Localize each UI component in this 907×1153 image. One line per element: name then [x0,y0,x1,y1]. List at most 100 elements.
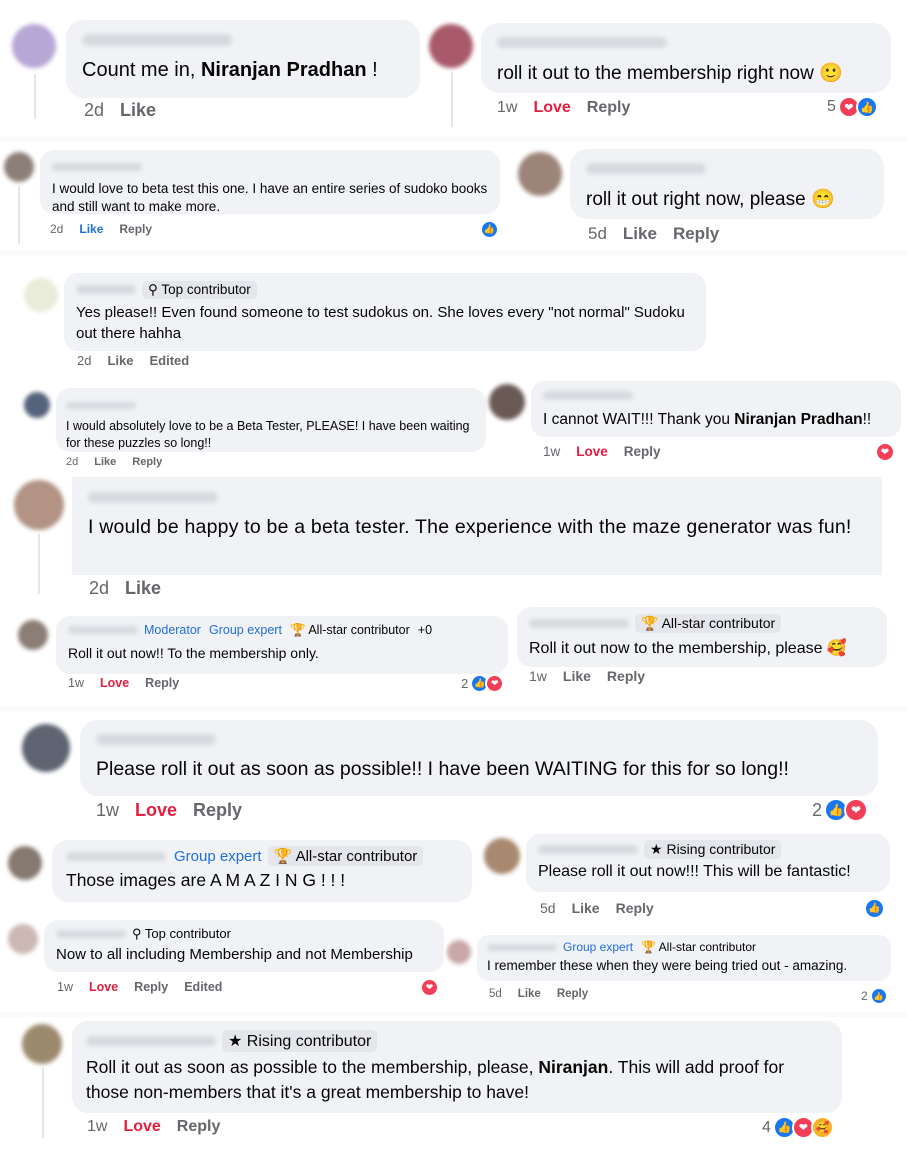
avatar[interactable] [489,384,525,420]
more-badges[interactable]: +0 [416,622,434,638]
all-star-badge[interactable]: 🏆 All-star contributor [635,614,782,633]
mention-link[interactable]: Niranjan Pradhan [734,411,862,428]
timestamp[interactable]: 1w [57,980,73,994]
love-button[interactable]: Love [123,1118,160,1135]
avatar[interactable] [22,1024,62,1064]
like-button[interactable]: Like [79,222,103,236]
commenter-name[interactable] [529,619,629,628]
like-button[interactable]: Like [94,456,116,468]
commenter-name[interactable] [497,37,667,48]
reaction-summary[interactable]: 👍 [864,898,885,919]
mention-link[interactable]: Niranjan Pradhan [201,59,367,81]
reaction-summary[interactable]: ❤ [420,978,439,997]
all-star-badge[interactable]: 🏆 All-star contributor [639,939,758,955]
reply-button[interactable]: Reply [616,900,654,916]
timestamp[interactable]: 5d [540,900,556,916]
commenter-name[interactable] [487,944,557,951]
timestamp[interactable]: 2d [89,578,109,598]
moderator-badge[interactable]: Moderator [142,622,203,638]
reply-button[interactable]: Reply [673,224,719,243]
commenter-name[interactable] [586,163,706,174]
timestamp[interactable]: 1w [497,99,517,116]
like-button[interactable]: Like [572,900,600,916]
reaction-summary[interactable]: ❤ [875,442,895,462]
reply-button[interactable]: Reply [587,99,631,116]
commenter-name[interactable] [82,34,232,46]
commenter-name[interactable] [52,163,142,171]
avatar[interactable] [518,152,562,196]
reply-button[interactable]: Reply [624,444,661,459]
commenter-name[interactable] [66,402,136,409]
reply-button[interactable]: Reply [607,668,645,684]
like-button[interactable]: Like [107,353,133,368]
love-button[interactable]: Love [89,980,118,994]
timestamp[interactable]: 2d [66,456,78,468]
timestamp[interactable]: 1w [68,676,84,690]
like-button[interactable]: Like [125,578,161,598]
commenter-name[interactable] [76,285,136,294]
reply-button[interactable]: Reply [557,988,588,1000]
avatar[interactable] [484,838,520,874]
like-button[interactable]: Like [120,100,156,120]
avatar[interactable] [24,278,58,312]
mention-link[interactable]: Niranjan [538,1057,608,1077]
avatar[interactable] [8,846,42,880]
reaction-summary[interactable]: 4 👍 ❤ 🥰 [762,1116,834,1139]
reaction-summary[interactable]: 2 👍 ❤ [461,674,505,693]
timestamp[interactable]: 1w [543,444,560,459]
like-button[interactable]: Like [563,668,591,684]
timestamp[interactable]: 5d [489,988,502,1000]
like-button[interactable]: Like [518,988,541,1000]
timestamp[interactable]: 1w [96,800,119,820]
comment-text: I would be happy to be a beta tester. Th… [88,516,852,538]
timestamp[interactable]: 1w [87,1118,107,1135]
reply-button[interactable]: Reply [177,1118,221,1135]
commenter-name[interactable] [56,930,126,938]
all-star-badge[interactable]: 🏆 All-star contributor [288,622,412,639]
reply-button[interactable]: Reply [119,222,152,236]
group-expert-badge[interactable]: Group expert [207,622,284,638]
avatar[interactable] [18,620,48,650]
timestamp[interactable]: 5d [588,224,607,243]
avatar[interactable] [12,24,56,68]
avatar[interactable] [14,480,64,530]
reaction-summary[interactable]: 👍 [480,220,499,239]
timestamp[interactable]: 2d [50,222,63,236]
top-contributor-badge[interactable]: ⚲ Top contributor [130,925,233,943]
commenter-name[interactable] [86,1036,216,1046]
reply-button[interactable]: Reply [132,456,162,468]
rising-contributor-badge[interactable]: ★ Rising contributor [222,1030,378,1052]
love-button[interactable]: Love [576,444,608,459]
avatar[interactable] [4,152,34,182]
reaction-summary[interactable]: 5 ❤ 👍 [827,96,878,118]
commenter-name[interactable] [88,492,218,503]
avatar[interactable] [8,924,38,954]
timestamp[interactable]: 2d [77,353,91,368]
love-button[interactable]: Love [533,99,570,116]
commenter-name[interactable] [543,391,633,400]
reply-button[interactable]: Reply [145,676,179,690]
timestamp[interactable]: 2d [84,100,104,120]
commenter-name[interactable] [66,852,166,861]
reaction-summary[interactable]: 2 👍 ❤ [812,798,869,822]
reaction-summary[interactable]: 2 👍 [861,987,888,1005]
commenter-name[interactable] [96,734,216,745]
group-expert-badge[interactable]: Group expert [561,939,635,955]
top-contributor-badge[interactable]: ⚲ Top contributor [142,281,257,299]
love-button[interactable]: Love [100,676,129,690]
reply-button[interactable]: Reply [134,980,168,994]
like-button[interactable]: Like [623,224,657,243]
avatar[interactable] [24,392,50,418]
timestamp[interactable]: 1w [529,668,547,684]
group-expert-badge[interactable]: Group expert [172,847,264,866]
avatar[interactable] [429,24,473,68]
love-button[interactable]: Love [135,800,177,820]
avatar[interactable] [447,940,471,964]
reply-button[interactable]: Reply [193,800,242,820]
all-star-badge[interactable]: 🏆 All-star contributor [267,846,424,866]
avatar[interactable] [22,724,70,772]
thumbs-up-icon: 👍 [864,898,885,919]
commenter-name[interactable] [68,626,138,634]
rising-contributor-badge[interactable]: ★ Rising contributor [644,840,782,859]
commenter-name[interactable] [538,845,638,854]
